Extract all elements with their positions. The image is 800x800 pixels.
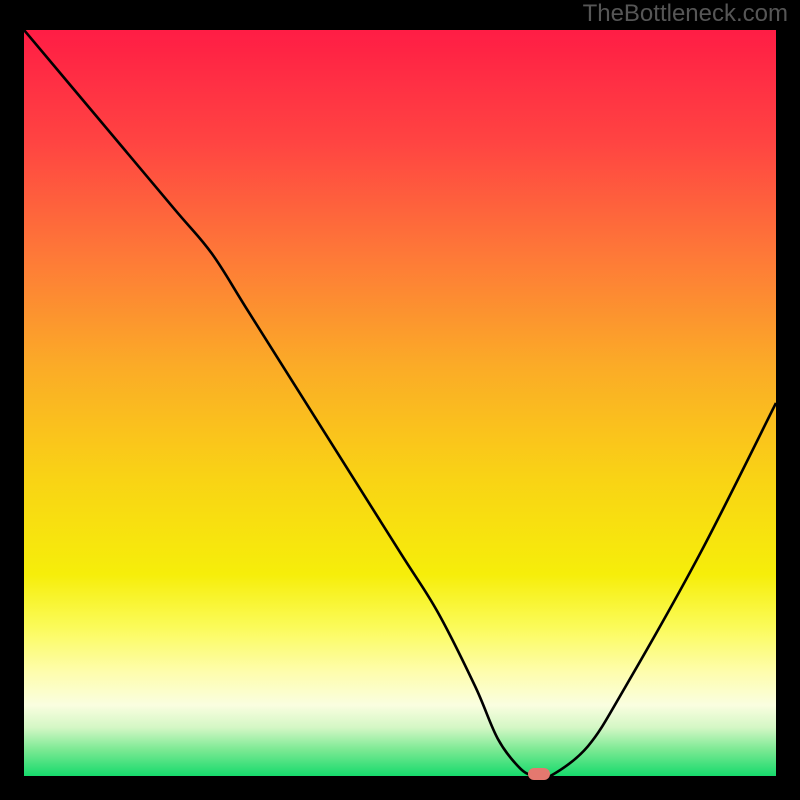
optimum-marker [528,768,550,780]
plot-area [24,30,776,776]
watermark-text: TheBottleneck.com [583,0,788,28]
bottleneck-curve [24,30,776,776]
chart-frame: TheBottleneck.com [0,0,800,800]
